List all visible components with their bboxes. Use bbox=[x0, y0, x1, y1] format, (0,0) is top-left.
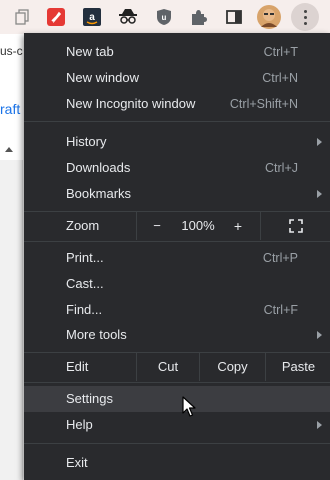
three-dot-menu-icon[interactable] bbox=[291, 3, 319, 31]
shortcut-label: Ctrl+F bbox=[263, 303, 298, 317]
shortcut-label: Ctrl+Shift+N bbox=[229, 97, 298, 111]
menu-item-downloads[interactable]: Downloads Ctrl+J bbox=[24, 155, 330, 181]
shortcut-label: Ctrl+T bbox=[263, 45, 298, 59]
submenu-arrow-icon bbox=[317, 138, 322, 146]
menu-separator bbox=[24, 382, 330, 383]
menu-item-print[interactable]: Print... Ctrl+P bbox=[24, 245, 330, 271]
menu-item-more-tools[interactable]: More tools bbox=[24, 322, 330, 348]
menu-item-label: More tools bbox=[66, 327, 127, 342]
amazon-extension-icon[interactable]: a bbox=[82, 7, 102, 27]
copy-button[interactable]: Copy bbox=[199, 353, 265, 381]
zoom-in-button[interactable]: + bbox=[220, 212, 256, 240]
browser-main-menu: New tab Ctrl+T New window Ctrl+N New Inc… bbox=[24, 33, 330, 480]
scroll-up-arrow-icon[interactable] bbox=[5, 147, 13, 152]
menu-item-new-incognito-window[interactable]: New Incognito window Ctrl+Shift+N bbox=[24, 91, 330, 117]
submenu-arrow-icon bbox=[317, 421, 322, 429]
rocket-extension-icon[interactable] bbox=[46, 7, 66, 27]
shortcut-label: Ctrl+N bbox=[262, 71, 298, 85]
menu-item-label: History bbox=[66, 134, 107, 149]
menu-item-label: New tab bbox=[66, 44, 114, 59]
shortcut-label: Ctrl+J bbox=[265, 161, 298, 175]
cut-button[interactable]: Cut bbox=[136, 353, 199, 381]
fullscreen-icon bbox=[289, 219, 303, 233]
menu-item-find[interactable]: Find... Ctrl+F bbox=[24, 297, 330, 323]
menu-item-label: Find... bbox=[66, 302, 103, 317]
menu-separator bbox=[24, 443, 330, 444]
menu-item-new-window[interactable]: New window Ctrl+N bbox=[24, 65, 330, 91]
menu-item-label: Help bbox=[66, 417, 93, 432]
scrollbar-track[interactable] bbox=[0, 160, 23, 480]
zoom-level-value: 100% bbox=[181, 218, 215, 233]
sidebar-icon[interactable] bbox=[224, 7, 244, 27]
menu-item-label: New window bbox=[66, 70, 139, 85]
menu-row-zoom: Zoom − 100% + bbox=[24, 212, 330, 240]
menu-item-label: Edit bbox=[66, 359, 89, 374]
browser-toolbar: a u bbox=[0, 0, 330, 34]
menu-item-help[interactable]: Help bbox=[24, 412, 330, 438]
fullscreen-button[interactable] bbox=[260, 212, 330, 240]
menu-item-settings[interactable]: Settings bbox=[24, 386, 330, 412]
menu-item-label: Settings bbox=[66, 391, 113, 406]
menu-item-new-tab[interactable]: New tab Ctrl+T bbox=[24, 39, 330, 65]
mouse-cursor-icon bbox=[182, 396, 196, 417]
menu-item-label: Exit bbox=[66, 455, 88, 470]
profile-avatar[interactable] bbox=[257, 5, 281, 29]
paste-button[interactable]: Paste bbox=[265, 353, 330, 381]
submenu-arrow-icon bbox=[317, 190, 322, 198]
menu-item-label: Zoom bbox=[66, 218, 100, 233]
shortcut-label: Ctrl+P bbox=[262, 251, 298, 265]
svg-text:u: u bbox=[162, 13, 167, 22]
menu-item-exit[interactable]: Exit bbox=[24, 450, 330, 476]
menu-item-label: Downloads bbox=[66, 160, 131, 175]
menu-item-label: New Incognito window bbox=[66, 96, 196, 111]
submenu-arrow-icon bbox=[317, 331, 322, 339]
copy-icon[interactable] bbox=[12, 7, 32, 27]
svg-text:a: a bbox=[89, 12, 95, 23]
menu-item-label: Cast... bbox=[66, 276, 104, 291]
ublock-extension-icon[interactable]: u bbox=[154, 7, 174, 27]
puzzle-extensions-icon[interactable] bbox=[188, 7, 208, 27]
menu-separator bbox=[24, 241, 330, 242]
menu-item-label: Bookmarks bbox=[66, 186, 132, 201]
link-fragment[interactable]: raft bbox=[0, 101, 24, 117]
zoom-out-button[interactable]: − bbox=[136, 212, 177, 240]
menu-item-label: Print... bbox=[66, 250, 104, 265]
menu-item-bookmarks[interactable]: Bookmarks bbox=[24, 181, 330, 207]
menu-row-edit: Edit Cut Copy Paste bbox=[24, 353, 330, 381]
incognito-extension-icon[interactable] bbox=[118, 7, 138, 27]
menu-item-history[interactable]: History bbox=[24, 129, 330, 155]
url-fragment: us-c bbox=[0, 44, 23, 58]
menu-separator bbox=[24, 121, 330, 122]
menu-item-cast[interactable]: Cast... bbox=[24, 271, 330, 297]
